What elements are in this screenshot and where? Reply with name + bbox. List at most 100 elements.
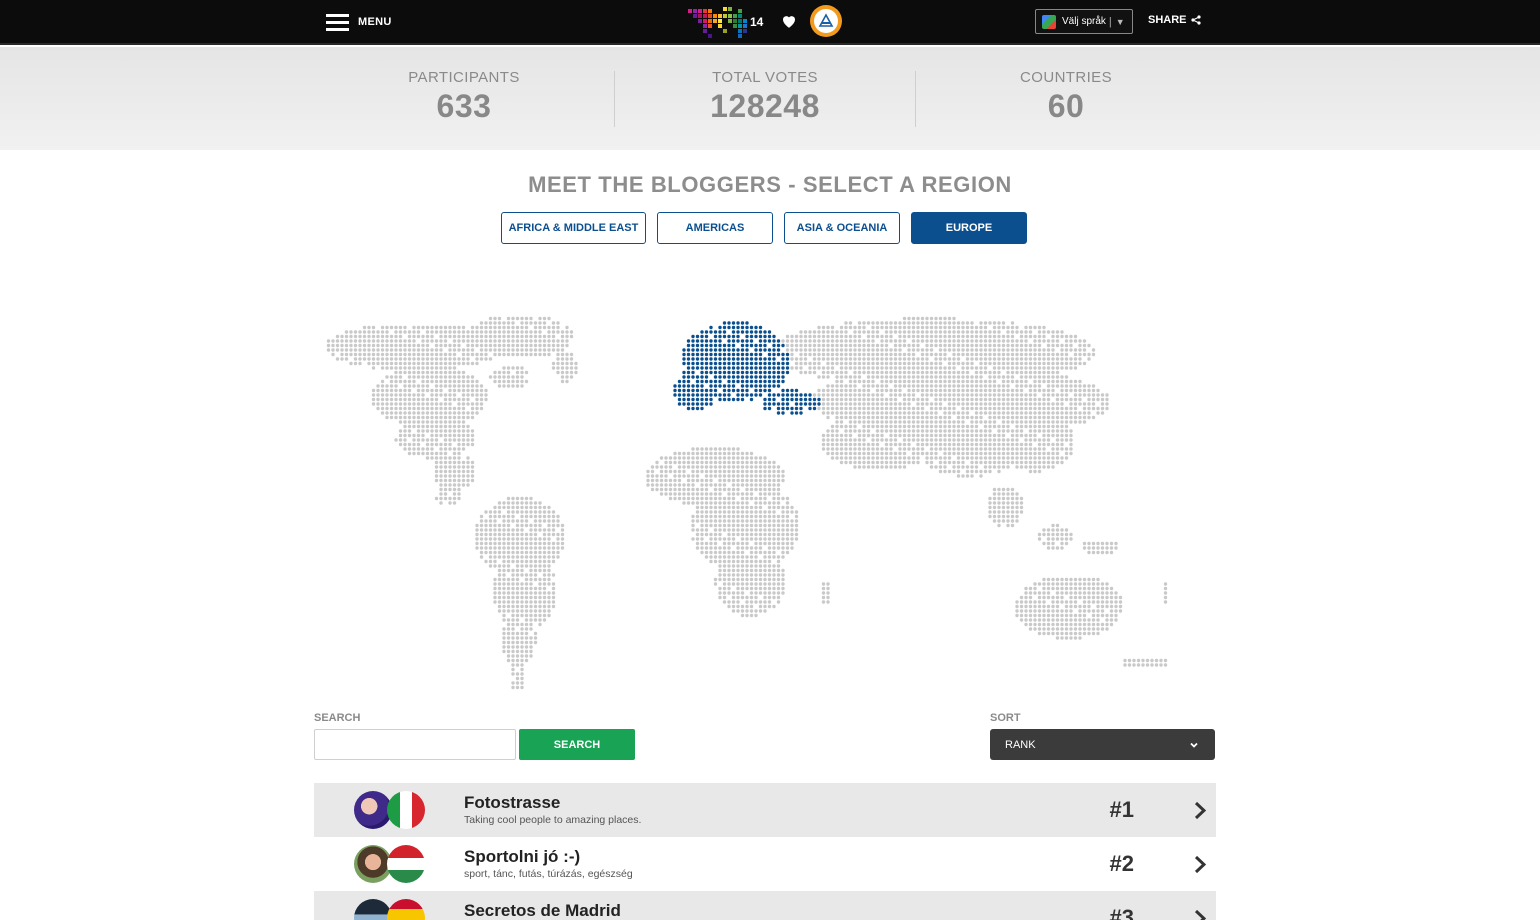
map-dot [1015, 505, 1019, 510]
map-dot [380, 325, 385, 330]
map-dot [1046, 442, 1051, 447]
map-dot [367, 330, 371, 334]
map-dot [1082, 393, 1087, 397]
map-dot [1096, 609, 1100, 613]
map-dot [403, 397, 407, 402]
sponsor-logo-icon[interactable] [810, 5, 842, 37]
map-dot [695, 505, 700, 510]
map-dot [1064, 451, 1069, 456]
map-dot [1001, 447, 1006, 451]
map-dot [898, 456, 902, 460]
map-dot [1163, 595, 1168, 600]
map-dot [997, 361, 1001, 366]
map-dot [1055, 406, 1060, 411]
map-dot [943, 429, 947, 433]
map-dot [385, 348, 389, 352]
map-dot [767, 541, 772, 546]
map-dot [911, 384, 916, 388]
map-dot [430, 411, 434, 415]
map-dot [794, 523, 799, 528]
map-dot [497, 501, 502, 505]
map-dot [1109, 618, 1114, 622]
map-dot [871, 438, 875, 442]
map-dot [529, 352, 533, 357]
chevron-right-icon[interactable] [1194, 855, 1206, 874]
chevron-right-icon[interactable] [1194, 909, 1206, 920]
map-dot [443, 334, 448, 339]
map-dot [956, 451, 961, 456]
map-dot [952, 352, 956, 357]
map-dot [740, 483, 745, 487]
map-dot [956, 334, 961, 339]
chevron-right-icon[interactable] [1194, 801, 1206, 820]
heart-icon[interactable] [780, 12, 798, 30]
map-dot [452, 451, 457, 456]
map-dot [1019, 379, 1024, 384]
map-dot [821, 582, 826, 586]
map-dot [533, 591, 538, 595]
map-dot [551, 546, 556, 550]
map-dot [880, 420, 884, 424]
map-dot [434, 478, 439, 483]
search-input[interactable] [314, 729, 516, 760]
map-dot [1069, 591, 1073, 595]
map-dot [794, 361, 799, 366]
map-dot [439, 339, 443, 343]
map-dot [902, 433, 907, 438]
map-dot [1042, 334, 1046, 339]
search-button[interactable]: SEARCH [519, 729, 635, 760]
map-dot [1064, 420, 1069, 424]
map-dot [731, 478, 736, 483]
map-dot [974, 442, 979, 447]
map-dot [412, 451, 416, 456]
map-dot [461, 465, 466, 469]
map-dot [452, 334, 457, 339]
map-dot-europe [727, 388, 731, 393]
map-dot [1042, 595, 1046, 600]
share-button[interactable]: SHARE [1148, 14, 1201, 26]
map-dot [682, 456, 686, 460]
map-dot [992, 357, 997, 361]
map-dot [952, 469, 956, 474]
map-dot [547, 537, 551, 541]
map-dot [979, 334, 983, 339]
blogger-row[interactable]: Secretos de Madrid #3 [314, 891, 1216, 920]
map-dot [520, 685, 524, 690]
blogger-row[interactable]: Sportolni jó :-) sport, tánc, futás, túr… [314, 837, 1216, 891]
map-dot [776, 568, 781, 573]
map-dot [866, 370, 871, 375]
sort-select[interactable]: RANK [990, 729, 1215, 760]
map-dot [1010, 523, 1015, 528]
map-dot [898, 366, 902, 370]
map-dot [925, 352, 929, 357]
map-dot [529, 528, 533, 532]
blogger-row[interactable]: Fotostrasse Taking cool people to amazin… [314, 783, 1216, 837]
region-button-asia-oceania[interactable]: ASIA & OCEANIA [784, 212, 900, 244]
map-dot [511, 496, 515, 501]
map-dot [830, 388, 835, 393]
map-dot [475, 397, 479, 402]
map-dot [452, 483, 457, 487]
region-button-africa-middle-east[interactable]: AFRICA & MIDDLE EAST [501, 212, 646, 244]
map-dot [979, 469, 983, 474]
map-dot [956, 352, 961, 357]
map-dot [529, 537, 533, 541]
map-dot [907, 370, 911, 375]
map-dot [1069, 604, 1073, 609]
map-dot [1064, 424, 1069, 429]
map-dot [443, 366, 448, 370]
region-button-europe[interactable]: EUROPE [911, 212, 1027, 244]
language-selector[interactable]: Välj språk | ▼ [1035, 9, 1133, 34]
world-dot-map[interactable] [320, 292, 1220, 704]
map-dot [749, 451, 754, 456]
map-dot [911, 330, 916, 334]
map-dot [754, 514, 758, 519]
map-dot [740, 510, 745, 514]
map-dot [457, 325, 461, 330]
menu-button[interactable]: MENU [326, 12, 392, 32]
map-dot [506, 604, 511, 609]
map-dot-europe [767, 357, 772, 361]
map-dot [866, 397, 871, 402]
region-button-americas[interactable]: AMERICAS [657, 212, 773, 244]
map-dot [1010, 442, 1015, 447]
